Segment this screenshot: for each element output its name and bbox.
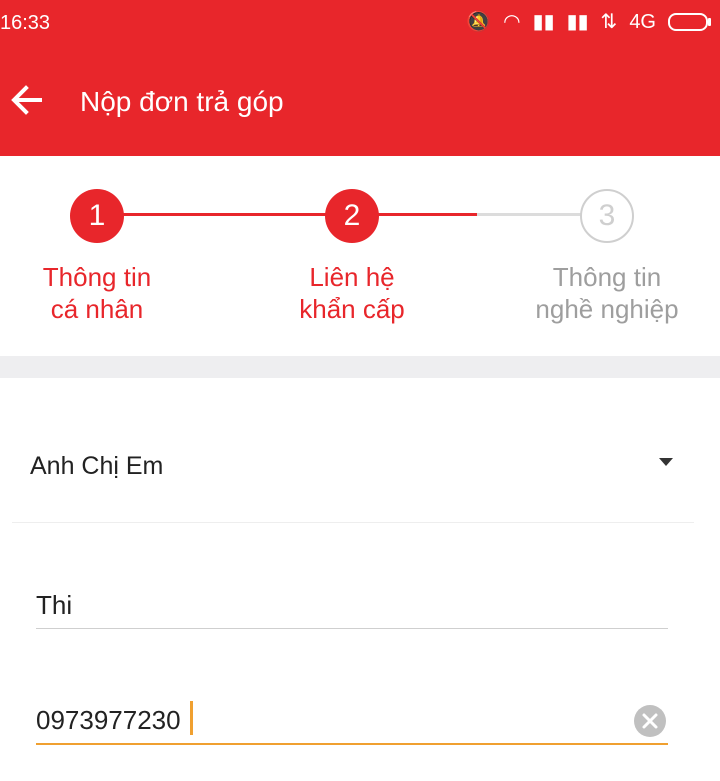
contact-phone-value: 0973977230 xyxy=(36,705,181,735)
step-3-label: Thông tin nghề nghiệp xyxy=(507,261,707,325)
step-2-label-line1: Liên hệ xyxy=(309,262,395,292)
stepper-line-complete xyxy=(97,213,477,216)
step-3-label-line1: Thông tin xyxy=(552,262,662,292)
step-1-label-line1: Thông tin xyxy=(42,262,152,292)
status-time: 16:33 xyxy=(0,12,51,34)
clear-input-button[interactable] xyxy=(634,705,666,737)
step-3-label-line2: nghề nghiệp xyxy=(535,294,679,324)
progress-stepper: 1 2 3 Thông tin cá nhân Liên hệ khẩn cấp… xyxy=(0,156,720,356)
text-caret xyxy=(190,701,193,735)
relationship-value: Anh Chị Em xyxy=(30,452,164,480)
section-divider xyxy=(0,356,720,378)
signal-icon: ▮▮ xyxy=(532,11,555,33)
step-2-label-line2: khẩn cấp xyxy=(299,294,405,324)
contact-name-value: Thi xyxy=(36,590,73,620)
step-1-circle: 1 xyxy=(70,189,124,243)
status-icons: 🔕 ◠ ▮▮ ▮▮ ⇅ 4G xyxy=(466,10,711,34)
close-icon xyxy=(642,713,658,729)
bell-off-icon: 🔕 xyxy=(466,11,492,33)
contact-phone-field[interactable]: 0973977230 xyxy=(36,695,668,745)
step-2-circle: 2 xyxy=(325,189,379,243)
status-bar: 16:33 🔕 ◠ ▮▮ ▮▮ ⇅ 4G xyxy=(0,0,720,50)
step-1-label-line2: cá nhân xyxy=(50,294,144,324)
contact-name-field[interactable]: Thi xyxy=(36,580,668,629)
data-transfer-icon: ⇅ xyxy=(600,11,618,33)
arrow-left-icon xyxy=(11,85,42,115)
relationship-dropdown[interactable]: Anh Chị Em xyxy=(0,430,720,510)
dropdown-divider xyxy=(12,522,694,523)
app-bar: Nộp đơn trả góp xyxy=(0,50,720,156)
wifi-icon: ◠ xyxy=(503,11,521,33)
battery-icon xyxy=(668,13,711,31)
dropdown-arrow-icon xyxy=(659,458,673,466)
step-1-label: Thông tin cá nhân xyxy=(0,261,197,325)
step-2-label: Liên hệ khẩn cấp xyxy=(252,261,452,325)
step-3-circle: 3 xyxy=(580,189,634,243)
back-button[interactable] xyxy=(6,78,50,122)
network-type: 4G xyxy=(629,11,656,33)
signal-icon-2: ▮▮ xyxy=(566,11,589,33)
page-title: Nộp đơn trả góp xyxy=(80,86,284,117)
